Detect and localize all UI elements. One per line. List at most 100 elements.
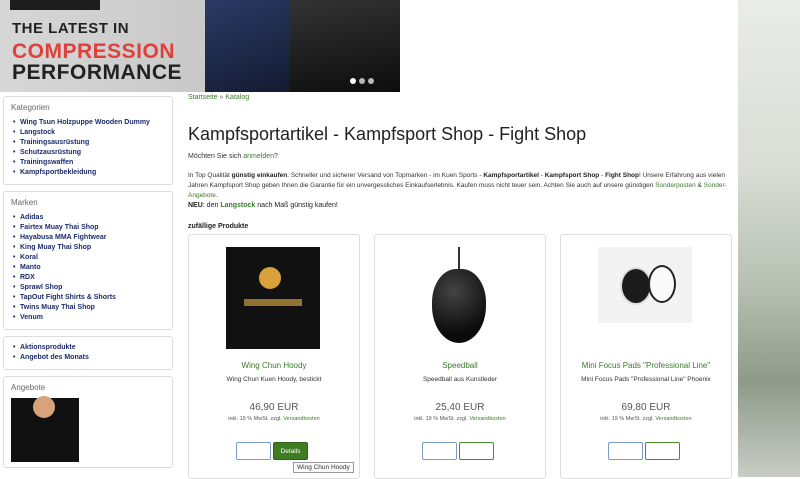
details-button[interactable] [645, 442, 680, 460]
breadcrumb-home-link[interactable]: Startseite [188, 94, 218, 101]
category-link[interactable]: Wing Tsun Holzpuppe Wooden Dummy [11, 118, 165, 128]
brand-link[interactable]: Sprawl Shop [11, 283, 165, 293]
offers-heading: Angebote [11, 383, 46, 392]
brands-list: Adidas Fairtex Muay Thai Shop Hayabusa M… [11, 213, 165, 323]
product-grid: Wing Chun Hoody Wing Chun Kuen Hoody, be… [188, 234, 738, 479]
product-image[interactable] [412, 247, 506, 349]
product-card: Mini Focus Pads "Professional Line" Mini… [560, 234, 732, 479]
intro-paragraph: In Top Qualität günstig einkaufen. Schne… [188, 171, 734, 201]
brand-logo [10, 0, 100, 10]
hover-tooltip: Wing Chun Hoody [293, 462, 354, 473]
category-link[interactable]: Trainingswaffen [11, 158, 165, 168]
banner-product-image [205, 0, 295, 92]
intro-amp: & [695, 182, 704, 189]
product-image[interactable] [226, 247, 320, 349]
product-description: Mini Focus Pads "Professional Line" Phoe… [581, 376, 711, 383]
shipping-link[interactable]: Versandkosten [283, 416, 319, 422]
product-price: 46,90 EUR [249, 402, 299, 413]
promo-banner[interactable]: THE LATEST IN COMPRESSION PERFORMANCE [0, 0, 400, 92]
intro-bold: Kampfsport Shop [544, 172, 600, 179]
new-text: : den [202, 202, 219, 209]
brand-link[interactable]: RDX [11, 273, 165, 283]
brands-box: Marken Adidas Fairtex Muay Thai Shop Hay… [3, 191, 173, 330]
tax-note: inkl. 19 % MwSt. zzgl. Versandkosten [561, 416, 731, 422]
buy-button[interactable] [422, 442, 457, 460]
tax-note: inkl. 19 % MwSt. zzgl. Versandkosten [375, 416, 545, 422]
brand-link[interactable]: Fairtex Muay Thai Shop [11, 223, 165, 233]
page-title: Kampfsportartikel - Kampfsport Shop - Fi… [188, 124, 587, 144]
product-card: Speedball Speedball aus Kunstleder 25,40… [374, 234, 546, 479]
sidebar: Kategorien Wing Tsun Holzpuppe Wooden Du… [3, 96, 173, 474]
offers-box: Angebote [3, 376, 173, 468]
category-link[interactable]: Trainingsausrüstung [11, 138, 165, 148]
product-price: 25,40 EUR [435, 402, 485, 413]
brand-link[interactable]: King Muay Thai Shop [11, 243, 165, 253]
product-image[interactable] [598, 247, 692, 323]
login-prompt-suffix: ? [274, 153, 278, 160]
intro-text: In Top Qualität [188, 172, 230, 179]
tax-text: inkl. 19 % MwSt. zzgl. [600, 416, 654, 422]
special-link[interactable]: Angebot des Monats [11, 353, 165, 363]
product-name-link[interactable]: Mini Focus Pads "Professional Line" [561, 361, 731, 370]
categories-heading: Kategorien [11, 103, 50, 112]
intro-bold: Fight Shop [605, 172, 639, 179]
tax-text: inkl. 19 % MwSt. zzgl. [414, 416, 468, 422]
slider-dots[interactable] [350, 78, 374, 84]
intro-bold: Kampfsportartikel [483, 172, 539, 179]
banner-line-3: PERFORMANCE [12, 61, 183, 84]
offer-product-image[interactable] [11, 396, 79, 462]
product-card: Wing Chun Hoody Wing Chun Kuen Hoody, be… [188, 234, 360, 479]
breadcrumb: Startseite » Katalog [188, 94, 738, 101]
random-products-heading: zufällige Produkte [188, 223, 249, 230]
intro-text: - [599, 172, 604, 179]
slider-dot[interactable] [350, 78, 356, 84]
buy-button[interactable] [236, 442, 271, 460]
product-description: Wing Chun Kuen Hoody, bestickt [226, 376, 322, 383]
background-garden-image [738, 0, 800, 477]
model-face [33, 396, 55, 418]
tax-note: inkl. 19 % MwSt. zzgl. Versandkosten [189, 416, 359, 422]
product-actions [422, 442, 494, 460]
sonderposten-link[interactable]: Sonderposten [655, 182, 695, 189]
swivel-rope [458, 247, 460, 271]
product-description: Speedball aus Kunstleder [422, 376, 498, 383]
shipping-link[interactable]: Versandkosten [469, 416, 505, 422]
product-actions [608, 442, 680, 460]
embroidered-text [244, 299, 302, 306]
brand-link[interactable]: TapOut Fight Shirts & Shorts [11, 293, 165, 303]
speedball-bag [432, 269, 486, 343]
langstock-link[interactable]: Langstock [220, 202, 255, 209]
brands-heading: Marken [11, 198, 38, 207]
buy-button[interactable] [608, 442, 643, 460]
slider-dot[interactable] [359, 78, 365, 84]
category-link[interactable]: Langstock [11, 128, 165, 138]
brand-link[interactable]: Adidas [11, 213, 165, 223]
tax-text: inkl. 19 % MwSt. zzgl. [228, 416, 282, 422]
product-name-link[interactable]: Wing Chun Hoody [189, 361, 359, 370]
details-button[interactable]: Details [273, 442, 308, 460]
details-button[interactable] [459, 442, 494, 460]
special-link[interactable]: Aktionsprodukte [11, 343, 165, 353]
intro-bold: günstig einkaufen [231, 172, 288, 179]
brand-link[interactable]: Hayabusa MMA Fightwear [11, 233, 165, 243]
intro-text: - [538, 172, 543, 179]
category-link[interactable]: Schutzausrüstung [11, 148, 165, 158]
login-prompt-text: Möchten Sie sich [188, 153, 242, 160]
brand-link[interactable]: Manto [11, 263, 165, 273]
focus-pad-white [648, 265, 676, 303]
category-link[interactable]: Kampfsportbekleidung [11, 168, 165, 178]
brand-link[interactable]: Koral [11, 253, 165, 263]
specials-list: Aktionsprodukte Angebot des Monats [11, 343, 165, 363]
intro-text: . Schneller und sicherer Versand von Top… [287, 172, 482, 179]
breadcrumb-separator: » [219, 94, 224, 101]
login-link[interactable]: anmelden [243, 153, 274, 160]
brand-link[interactable]: Venum [11, 313, 165, 323]
brand-link[interactable]: Twins Muay Thai Shop [11, 303, 165, 313]
categories-list: Wing Tsun Holzpuppe Wooden Dummy Langsto… [11, 118, 165, 178]
shipping-link[interactable]: Versandkosten [655, 416, 691, 422]
product-name-link[interactable]: Speedball [375, 361, 545, 370]
banner-product-image [290, 0, 400, 92]
new-label: NEU [188, 202, 203, 209]
slider-dot[interactable] [368, 78, 374, 84]
breadcrumb-current-link[interactable]: Katalog [225, 94, 249, 101]
